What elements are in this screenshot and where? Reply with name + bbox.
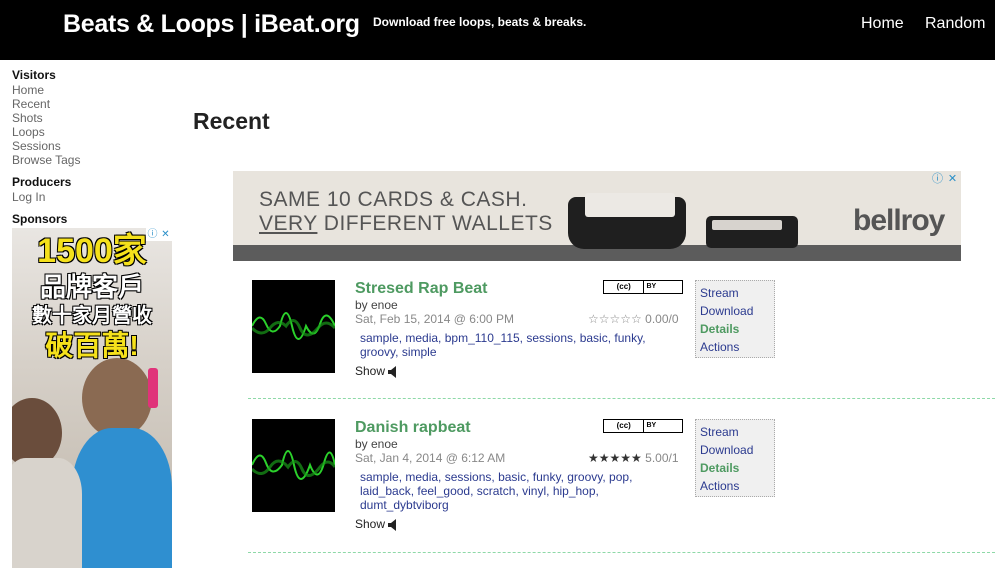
nav-home[interactable]: Home: [861, 15, 904, 33]
loop-date: Sat, Feb 15, 2014 @ 6:00 PM: [355, 312, 514, 326]
details-link[interactable]: Details: [700, 459, 770, 477]
show-label[interactable]: Show: [355, 364, 385, 378]
details-link[interactable]: Details: [700, 320, 770, 338]
stream-link[interactable]: Stream: [700, 284, 770, 302]
license-cc-label: (cc): [604, 281, 644, 293]
tag-link[interactable]: groovy: [567, 470, 602, 484]
show-toggle[interactable]: Show: [355, 517, 397, 531]
sidebar-item-shots[interactable]: Shots: [12, 111, 172, 125]
loop-date: Sat, Jan 4, 2014 @ 6:12 AM: [355, 451, 506, 465]
banner-subline-rest: DIFFERENT WALLETS: [317, 212, 553, 235]
ad-photo-shape: [12, 458, 82, 568]
waveform-icon[interactable]: [252, 280, 335, 373]
producers-heading: Producers: [12, 175, 72, 189]
tag-link[interactable]: laid_back: [360, 484, 411, 498]
license-badge[interactable]: (cc) BY: [603, 419, 683, 433]
ad-photo-shape: [82, 358, 152, 438]
close-icon[interactable]: ✕: [946, 173, 959, 186]
tag-link[interactable]: sample: [360, 331, 399, 345]
ad-text-line: 破百萬!: [45, 330, 139, 361]
tag-link[interactable]: vinyl: [522, 484, 546, 498]
tag-link[interactable]: simple: [402, 345, 437, 359]
rating-score: 5.00/1: [645, 451, 679, 465]
divider: [248, 398, 995, 399]
sidebar-item-log-in[interactable]: Log In: [12, 190, 172, 204]
actions-link[interactable]: Actions: [700, 477, 770, 495]
download-link[interactable]: Download: [700, 441, 770, 459]
download-link[interactable]: Download: [700, 302, 770, 320]
banner-headline: SAME 10 CARDS & CASH.: [259, 188, 528, 211]
sidebar-item-loops[interactable]: Loops: [12, 125, 172, 139]
license-badge[interactable]: (cc) BY: [603, 280, 683, 294]
tag-list: sample, media, sessions, basic, funky, g…: [360, 470, 633, 512]
info-icon[interactable]: ⓘ: [146, 228, 159, 241]
tag-link[interactable]: groovy: [360, 345, 395, 359]
sidebar-item-sessions[interactable]: Sessions: [12, 139, 172, 153]
actions-menu: Stream Download Details Actions: [695, 280, 775, 358]
sidebar-item-recent[interactable]: Recent: [12, 97, 172, 111]
ad-text-line: 品牌客戶: [39, 272, 144, 302]
tag-link[interactable]: media: [405, 470, 438, 484]
tag-link[interactable]: scratch: [477, 484, 516, 498]
rating-stars[interactable]: ★★★★★: [588, 451, 642, 465]
page-title: Recent: [193, 108, 270, 134]
tag-link[interactable]: dumt_dybtviborg: [360, 498, 449, 512]
stream-link[interactable]: Stream: [700, 423, 770, 441]
ad-photo-shape: [148, 368, 158, 408]
brand-logo: bellroy: [853, 204, 945, 237]
tag-link[interactable]: sessions: [445, 470, 492, 484]
loop-title[interactable]: Stresed Rap Beat: [355, 280, 488, 298]
divider: [248, 552, 995, 553]
speaker-icon[interactable]: [388, 365, 397, 378]
show-label[interactable]: Show: [355, 517, 385, 531]
license-by-label: BY: [644, 281, 682, 293]
close-icon[interactable]: ✕: [159, 228, 172, 241]
loop-author: by enoe: [355, 437, 398, 451]
rating-score: 0.00/0: [645, 312, 679, 326]
tag-list: sample, media, bpm_110_115, sessions, ba…: [360, 331, 646, 359]
wallet-cards-image: [712, 220, 782, 230]
tag-link[interactable]: funky: [614, 331, 642, 345]
actions-menu: Stream Download Details Actions: [695, 419, 775, 497]
waveform-icon[interactable]: [252, 419, 335, 512]
visitors-heading: Visitors: [12, 68, 56, 82]
site-header: Beats & Loops | iBeat.org Download free …: [0, 0, 995, 60]
banner-subline: VERY DIFFERENT WALLETS: [259, 212, 553, 236]
tag-link[interactable]: sample: [360, 470, 399, 484]
info-icon[interactable]: ⓘ: [931, 173, 944, 186]
license-cc-label: (cc): [604, 420, 644, 432]
actions-link[interactable]: Actions: [700, 338, 770, 356]
rating-stars[interactable]: ☆☆☆☆☆: [588, 312, 642, 326]
nav-random[interactable]: Random: [925, 15, 985, 33]
loop-author: by enoe: [355, 298, 398, 312]
ad-photo-shape: [72, 428, 172, 568]
tag-link[interactable]: basic: [580, 331, 608, 345]
speaker-icon[interactable]: [388, 518, 397, 531]
banner-subline-emphasis: VERY: [259, 212, 318, 235]
tag-link[interactable]: media: [405, 331, 438, 345]
sponsors-heading: Sponsors: [12, 212, 68, 226]
tag-link[interactable]: funky: [533, 470, 561, 484]
rating: ☆☆☆☆☆ 0.00/0: [588, 312, 679, 326]
loop-title[interactable]: Danish rapbeat: [355, 419, 471, 437]
tag-link[interactable]: hip_hop: [553, 484, 596, 498]
sidebar: Visitors Home Recent Shots Loops Session…: [12, 68, 172, 227]
ad-text-line: 數十家月營收: [32, 305, 152, 327]
tag-link[interactable]: bpm_110_115: [445, 331, 520, 345]
license-by-label: BY: [644, 420, 682, 432]
rating: ★★★★★ 5.00/1: [588, 451, 679, 465]
tag-link[interactable]: sessions: [526, 331, 573, 345]
tagline: Download free loops, beats & breaks.: [373, 15, 587, 29]
show-toggle[interactable]: Show: [355, 364, 397, 378]
tag-link[interactable]: basic: [498, 470, 526, 484]
tag-link[interactable]: pop: [609, 470, 629, 484]
banner-ad[interactable]: SAME 10 CARDS & CASH. VERY DIFFERENT WAL…: [233, 171, 961, 261]
site-title[interactable]: Beats & Loops | iBeat.org: [63, 10, 360, 39]
wallet-cards-image: [585, 193, 675, 217]
sidebar-item-browse-tags[interactable]: Browse Tags: [12, 153, 172, 167]
tag-link[interactable]: feel_good: [417, 484, 470, 498]
sidebar-ad[interactable]: 1500家 品牌客戶 數十家月營收 破百萬! ⓘ ✕: [12, 228, 172, 568]
sidebar-item-home[interactable]: Home: [12, 83, 172, 97]
